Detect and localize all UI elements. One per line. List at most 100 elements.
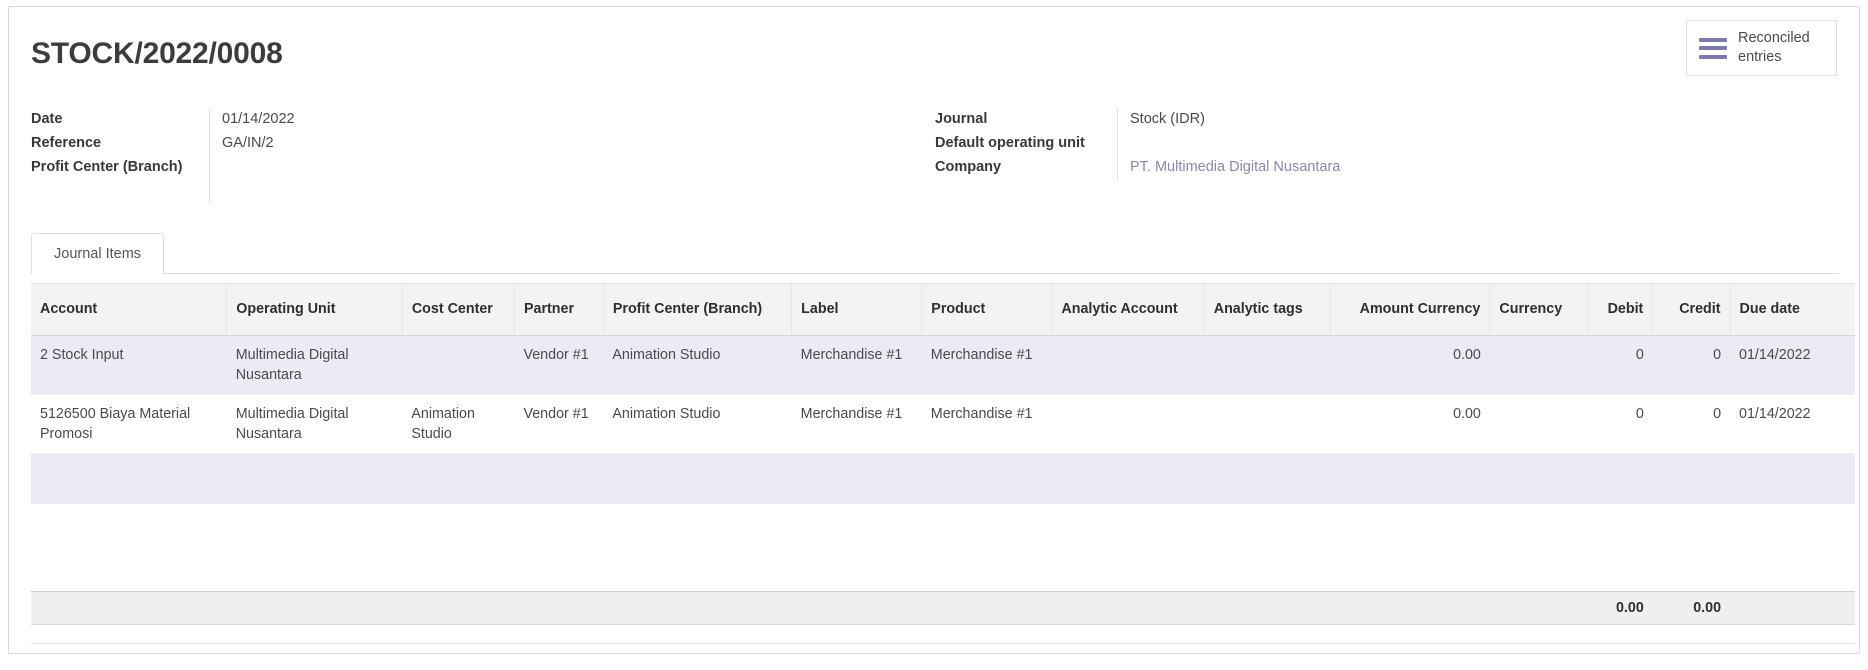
cell-empty[interactable] bbox=[921, 453, 1052, 504]
totals-blank bbox=[1730, 591, 1855, 625]
cell-operating-unit[interactable]: Multimedia Digital Nusantara bbox=[226, 394, 403, 454]
field-group-left: Date 01/14/2022 Reference GA/IN/2 Profit… bbox=[31, 107, 935, 203]
col-analytic-account[interactable]: Analytic Account bbox=[1051, 283, 1205, 336]
col-operating-unit[interactable]: Operating Unit bbox=[226, 283, 403, 336]
col-profit-center[interactable]: Profit Center (Branch) bbox=[603, 283, 793, 336]
totals-blank bbox=[1051, 591, 1205, 625]
grid-totals-table: 0.00 0.00 bbox=[31, 591, 1855, 625]
cell-empty[interactable] bbox=[31, 453, 227, 504]
col-amount-currency[interactable]: Amount Currency bbox=[1330, 283, 1491, 336]
totals-blank bbox=[1204, 591, 1331, 625]
field-value-profit-center[interactable] bbox=[209, 155, 935, 203]
field-value-date[interactable]: 01/14/2022 bbox=[209, 107, 935, 131]
cell-empty[interactable] bbox=[1330, 453, 1490, 504]
cell-empty[interactable] bbox=[514, 453, 604, 504]
notebook: Journal Items bbox=[31, 233, 1839, 274]
cell-credit[interactable]: 0 bbox=[1652, 394, 1731, 454]
cell-empty[interactable] bbox=[1730, 453, 1855, 504]
field-date: Date 01/14/2022 bbox=[31, 107, 935, 131]
field-company: Company PT. Multimedia Digital Nusantara bbox=[935, 155, 1839, 179]
cell-analytic-tags[interactable] bbox=[1204, 394, 1331, 454]
cell-empty[interactable] bbox=[1051, 453, 1205, 504]
stat-button-box: Reconciled entries bbox=[1686, 20, 1837, 76]
totals-debit: 0.00 bbox=[1587, 591, 1653, 625]
totals-blank bbox=[921, 591, 1052, 625]
cell-cost-center[interactable] bbox=[402, 335, 515, 395]
cell-due-date[interactable]: 01/14/2022 bbox=[1730, 335, 1855, 395]
field-reference: Reference GA/IN/2 bbox=[31, 131, 935, 155]
cell-product[interactable]: Merchandise #1 bbox=[921, 394, 1052, 454]
totals-blank bbox=[402, 591, 515, 625]
table-row-new[interactable] bbox=[31, 453, 1855, 504]
table-row[interactable]: 5126500 Biaya Material Promosi Multimedi… bbox=[31, 394, 1855, 454]
reconciled-entries-button[interactable]: Reconciled entries bbox=[1686, 20, 1837, 76]
tab-strip: Journal Items bbox=[31, 233, 1839, 274]
cell-analytic-account[interactable] bbox=[1051, 335, 1205, 395]
cell-analytic-tags[interactable] bbox=[1204, 335, 1331, 395]
cell-amount-currency[interactable]: 0.00 bbox=[1330, 394, 1490, 454]
grid-totals: 0.00 0.00 bbox=[31, 591, 1855, 625]
field-value-journal[interactable]: Stock (IDR) bbox=[1117, 107, 1839, 131]
col-cost-center[interactable]: Cost Center bbox=[402, 283, 515, 336]
field-value-company[interactable]: PT. Multimedia Digital Nusantara bbox=[1117, 155, 1839, 179]
cell-empty[interactable] bbox=[791, 453, 922, 504]
page-title: STOCK/2022/0008 bbox=[31, 37, 283, 70]
field-group-right: Journal Stock (IDR) Default operating un… bbox=[935, 107, 1839, 203]
col-currency[interactable]: Currency bbox=[1489, 283, 1588, 336]
cell-empty[interactable] bbox=[402, 453, 515, 504]
cell-cost-center[interactable]: Animation Studio bbox=[402, 394, 515, 454]
cell-currency[interactable] bbox=[1489, 335, 1588, 395]
bottom-divider bbox=[31, 643, 1855, 644]
col-credit[interactable]: Credit bbox=[1652, 283, 1731, 336]
field-value-reference[interactable]: GA/IN/2 bbox=[209, 131, 935, 155]
cell-partner[interactable]: Vendor #1 bbox=[514, 335, 604, 395]
cell-debit[interactable]: 0 bbox=[1587, 335, 1653, 395]
cell-analytic-account[interactable] bbox=[1051, 394, 1205, 454]
field-label-journal: Journal bbox=[935, 111, 988, 127]
cell-credit[interactable]: 0 bbox=[1652, 335, 1731, 395]
cell-account[interactable]: 5126500 Biaya Material Promosi bbox=[31, 394, 227, 454]
record-sheet: Reconciled entries STOCK/2022/0008 Date … bbox=[8, 6, 1860, 654]
col-account[interactable]: Account bbox=[31, 283, 228, 336]
field-profit-center: Profit Center (Branch) bbox=[31, 155, 935, 203]
totals-credit: 0.00 bbox=[1652, 591, 1731, 625]
cell-currency[interactable] bbox=[1489, 394, 1588, 454]
cell-operating-unit[interactable]: Multimedia Digital Nusantara bbox=[226, 335, 403, 395]
totals-blank bbox=[226, 591, 403, 625]
tab-journal-items[interactable]: Journal Items bbox=[31, 233, 165, 274]
cell-partner[interactable]: Vendor #1 bbox=[514, 394, 604, 454]
col-debit[interactable]: Debit bbox=[1587, 283, 1654, 336]
cell-debit[interactable]: 0 bbox=[1587, 394, 1653, 454]
cell-empty[interactable] bbox=[1587, 453, 1653, 504]
cell-empty[interactable] bbox=[1489, 453, 1588, 504]
totals-blank bbox=[603, 591, 792, 625]
col-product[interactable]: Product bbox=[921, 283, 1053, 336]
totals-blank bbox=[31, 591, 227, 625]
col-label[interactable]: Label bbox=[791, 283, 923, 336]
col-partner[interactable]: Partner bbox=[514, 283, 604, 336]
field-value-default-operating-unit[interactable] bbox=[1117, 131, 1839, 155]
totals-blank bbox=[514, 591, 604, 625]
field-label-reference: Reference bbox=[31, 135, 102, 151]
cell-account[interactable]: 2 Stock Input bbox=[31, 335, 227, 395]
cell-empty[interactable] bbox=[1652, 453, 1731, 504]
field-label-company: Company bbox=[935, 159, 1002, 175]
cell-amount-currency[interactable]: 0.00 bbox=[1330, 335, 1490, 395]
cell-empty[interactable] bbox=[226, 453, 403, 504]
col-analytic-tags[interactable]: Analytic tags bbox=[1204, 283, 1331, 336]
totals-blank bbox=[1489, 591, 1588, 625]
table-row[interactable]: 2 Stock Input Multimedia Digital Nusanta… bbox=[31, 335, 1855, 395]
reconciled-entries-label: Reconciled entries bbox=[1738, 30, 1810, 65]
cell-label[interactable]: Merchandise #1 bbox=[791, 394, 922, 454]
col-due-date[interactable]: Due date bbox=[1730, 283, 1855, 336]
cell-profit-center[interactable]: Animation Studio bbox=[603, 394, 792, 454]
field-journal: Journal Stock (IDR) bbox=[935, 107, 1839, 131]
cell-due-date[interactable]: 01/14/2022 bbox=[1730, 394, 1855, 454]
cell-label[interactable]: Merchandise #1 bbox=[791, 335, 922, 395]
totals-row: 0.00 0.00 bbox=[31, 591, 1855, 625]
table-header-row: Account Operating Unit Cost Center Partn… bbox=[31, 283, 1855, 336]
cell-profit-center[interactable]: Animation Studio bbox=[603, 335, 792, 395]
cell-empty[interactable] bbox=[603, 453, 792, 504]
cell-product[interactable]: Merchandise #1 bbox=[921, 335, 1052, 395]
cell-empty[interactable] bbox=[1204, 453, 1331, 504]
